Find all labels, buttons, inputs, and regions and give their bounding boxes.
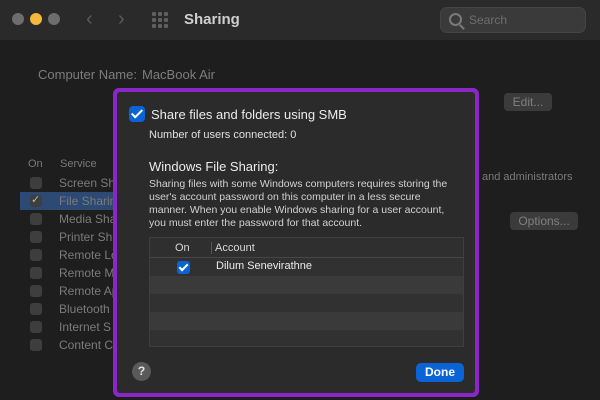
accounts-table-body: Dilum Senevirathne xyxy=(150,258,463,348)
windows-file-sharing-title: Windows File Sharing: xyxy=(149,159,279,174)
service-checkbox[interactable] xyxy=(30,285,42,297)
table-row[interactable]: Dilum Senevirathne xyxy=(150,258,463,276)
service-name: File Sharin xyxy=(59,194,117,208)
service-column-service: Service xyxy=(60,158,97,170)
service-name: Remote Lo xyxy=(59,248,118,262)
smb-checkbox[interactable] xyxy=(129,106,145,122)
search-field[interactable]: Search xyxy=(440,7,586,33)
help-button[interactable]: ? xyxy=(132,362,151,381)
smb-label[interactable]: Share files and folders using SMB xyxy=(151,107,347,122)
service-name: Internet S xyxy=(59,320,112,334)
smb-options-sheet: Share files and folders using SMB Number… xyxy=(117,92,475,393)
service-name: Screen Sh xyxy=(59,176,116,190)
back-arrow-icon[interactable]: ‹ xyxy=(86,8,93,31)
service-checkbox[interactable] xyxy=(30,267,42,279)
show-all-grid-icon[interactable] xyxy=(152,12,168,28)
computer-name-value[interactable]: MacBook Air xyxy=(142,67,215,82)
table-row xyxy=(150,276,463,294)
windows-file-sharing-description: Sharing files with some Windows computer… xyxy=(149,178,448,229)
account-checkbox[interactable] xyxy=(177,261,190,274)
service-checkbox[interactable] xyxy=(30,249,42,261)
column-account: Account xyxy=(215,242,255,254)
column-divider xyxy=(211,242,212,254)
service-checkbox[interactable] xyxy=(30,321,42,333)
service-name: Remote M xyxy=(59,266,115,280)
minimize-window-button[interactable] xyxy=(30,13,42,25)
accounts-table-header: On Account xyxy=(150,238,463,258)
search-icon xyxy=(449,13,462,26)
title-bar: ‹ › Sharing Search xyxy=(0,0,600,40)
admins-text: and administrators xyxy=(482,171,573,183)
service-column-on: On xyxy=(28,158,43,170)
computer-name-label: Computer Name: xyxy=(38,67,137,82)
search-placeholder: Search xyxy=(469,13,508,27)
service-name: Bluetooth xyxy=(59,302,110,316)
account-name: Dilum Senevirathne xyxy=(216,260,312,272)
service-checkbox[interactable] xyxy=(30,177,42,189)
table-row xyxy=(150,294,463,312)
accounts-table: On Account Dilum Senevirathne xyxy=(149,237,464,347)
service-name: Printer Sh xyxy=(59,230,113,244)
service-checkbox[interactable] xyxy=(30,339,42,351)
service-checkbox[interactable] xyxy=(30,193,42,207)
zoom-window-button[interactable] xyxy=(48,13,60,25)
service-checkbox[interactable] xyxy=(30,303,42,315)
highlight-border: Share files and folders using SMB Number… xyxy=(113,88,479,397)
service-name: Media Sha xyxy=(59,212,117,226)
done-button[interactable]: Done xyxy=(416,363,464,382)
edit-button[interactable]: Edit... xyxy=(504,93,552,111)
close-window-button[interactable] xyxy=(12,13,24,25)
window-title: Sharing xyxy=(184,11,240,28)
service-checkbox[interactable] xyxy=(30,231,42,243)
options-button[interactable]: Options... xyxy=(510,212,578,230)
table-row xyxy=(150,312,463,330)
service-name: Remote Ap xyxy=(59,284,119,298)
table-row xyxy=(150,330,463,348)
users-connected-text: Number of users connected: 0 xyxy=(149,129,297,141)
column-on: On xyxy=(175,242,190,254)
forward-arrow-icon[interactable]: › xyxy=(118,8,125,31)
service-name: Content C xyxy=(59,338,114,352)
service-checkbox[interactable] xyxy=(30,213,42,225)
